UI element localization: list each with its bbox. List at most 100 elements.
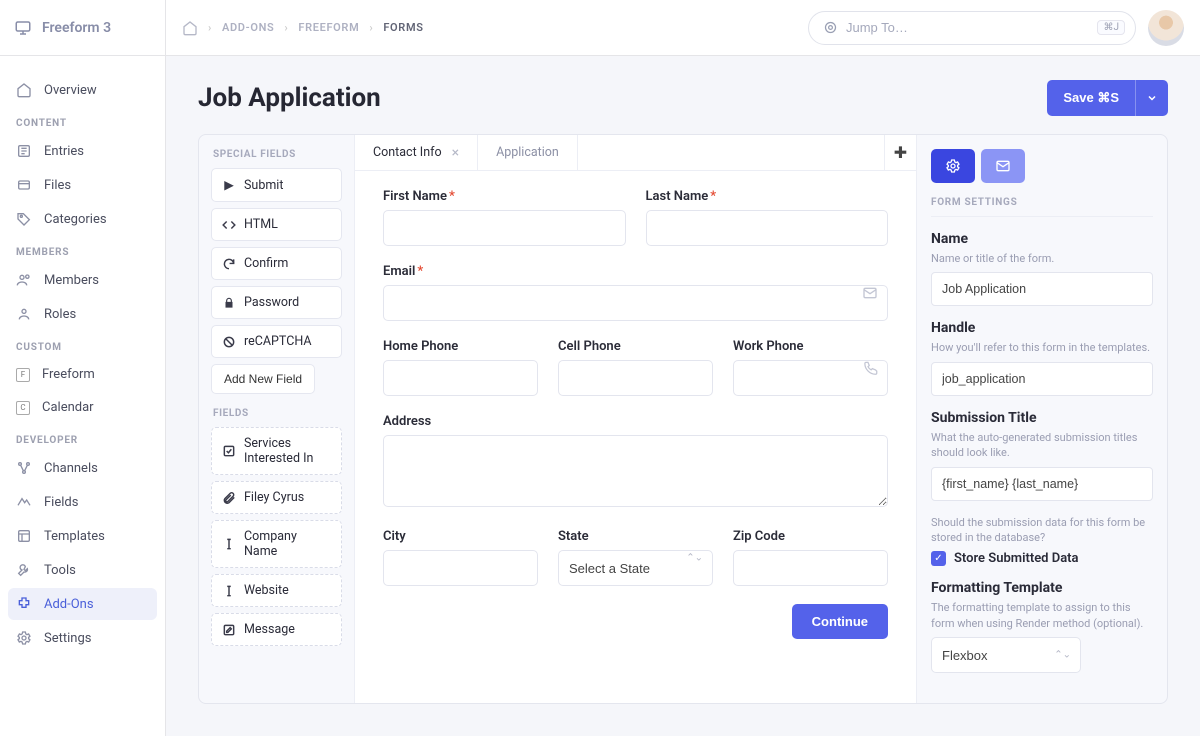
tab-contact-info[interactable]: Contact Info× [355,135,478,170]
form-settings-button[interactable] [931,149,975,183]
first-name-input[interactable] [383,210,626,246]
field-submit[interactable]: ▶Submit [211,168,342,202]
field-filey[interactable]: Filey Cyrus [211,481,342,514]
search-input[interactable] [846,20,1089,35]
field-company[interactable]: Company Name [211,520,342,568]
sidebar-item-files[interactable]: Files [8,169,157,201]
home-icon [16,82,32,98]
settings-name-input[interactable] [931,272,1153,306]
settings-handle-input[interactable] [931,362,1153,396]
check-icon: ✓ [931,551,946,566]
label-email: Email* [383,264,888,279]
edit-icon [222,623,236,637]
sidebar-item-settings[interactable]: Settings [8,622,157,654]
product-name: Freeform 3 [42,20,111,36]
addon-icon [16,596,32,612]
avatar[interactable] [1148,10,1184,46]
settings-store-help: Should the submission data for this form… [931,515,1153,546]
city-input[interactable] [383,550,538,586]
label-home-phone: Home Phone [383,339,538,354]
zip-input[interactable] [733,550,888,586]
continue-button[interactable]: Continue [792,604,888,639]
home-icon[interactable] [182,20,198,36]
product-brand: Freeform 3 [0,0,165,56]
form-notifications-button[interactable] [981,149,1025,183]
ban-icon [222,335,236,349]
settings-name-help: Name or title of the form. [931,251,1153,266]
sidebar-item-calendar[interactable]: CCalendar [8,392,157,423]
sidebar-item-fields[interactable]: Fields [8,486,157,518]
phone-icon [863,360,878,375]
sidebar-group-custom: CUSTOM [8,332,157,359]
save-button[interactable]: Save ⌘S [1047,80,1135,116]
label-cell-phone: Cell Phone [558,339,713,354]
special-fields-title: SPECIAL FIELDS [199,149,354,168]
sidebar-item-tools[interactable]: Tools [8,554,157,586]
add-tab-button[interactable]: ✚ [884,135,916,170]
sidebar-item-categories[interactable]: Categories [8,203,157,235]
field-website[interactable]: Website [211,574,342,607]
settings-name-label: Name [931,231,1153,247]
sidebar-item-members[interactable]: Members [8,264,157,296]
tools-icon [16,562,32,578]
last-name-input[interactable] [646,210,889,246]
field-html[interactable]: HTML [211,208,342,241]
search-shortcut: ⌘J [1097,20,1125,35]
fields-icon [16,494,32,510]
field-services[interactable]: Services Interested In [211,427,342,475]
field-confirm[interactable]: Confirm [211,247,342,280]
crumb-freeform[interactable]: FREEFORM [298,21,359,34]
cell-phone-input[interactable] [558,360,713,396]
paperclip-icon [222,491,236,505]
address-input[interactable] [383,435,888,507]
store-data-checkbox[interactable]: ✓ Store Submitted Data [931,551,1153,566]
settings-format-label: Formatting Template [931,580,1153,596]
close-icon[interactable]: × [452,145,459,161]
jump-to-search[interactable]: ⌘J [808,11,1136,45]
label-work-phone: Work Phone [733,339,888,354]
gear-icon [16,630,32,646]
settings-format-help: The formatting template to assign to thi… [931,600,1153,631]
settings-subtitle-help: What the auto-generated submission title… [931,430,1153,461]
code-icon [222,218,236,232]
sidebar-item-freeform[interactable]: FFreeform [8,359,157,390]
sidebar-item-roles[interactable]: Roles [8,298,157,330]
sidebar-group-developer: DEVELOPER [8,425,157,452]
add-new-field-button[interactable]: Add New Field [211,364,315,394]
field-message[interactable]: Message [211,613,342,646]
text-cursor-icon [222,537,236,551]
breadcrumb: › ADD-ONS › FREEFORM › FORMS [182,20,424,36]
badge-icon: C [16,401,30,415]
label-zip: Zip Code [733,529,888,544]
email-input[interactable] [383,285,888,321]
sidebar-item-channels[interactable]: Channels [8,452,157,484]
refresh-icon [222,257,236,271]
label-first-name: First Name* [383,189,626,204]
target-icon [823,20,838,35]
form-settings-title: FORM SETTINGS [931,197,1153,208]
sidebar-item-overview[interactable]: Overview [8,74,157,106]
label-state: State [558,529,713,544]
sidebar-group-members: MEMBERS [8,237,157,264]
field-recaptcha[interactable]: reCAPTCHA [211,325,342,358]
crumb-addons[interactable]: ADD-ONS [222,21,274,34]
chevron-updown-icon: ⌃⌄ [686,552,703,563]
lock-icon [222,296,236,310]
files-icon [16,177,32,193]
checkbox-icon [222,444,236,458]
page-title: Job Application [198,83,381,113]
save-more-button[interactable] [1135,80,1168,116]
crumb-forms[interactable]: FORMS [383,21,423,34]
field-password[interactable]: Password [211,286,342,319]
sidebar-item-entries[interactable]: Entries [8,135,157,167]
label-address: Address [383,414,888,429]
monitor-icon [14,19,32,37]
label-last-name: Last Name* [646,189,889,204]
sidebar-item-addons[interactable]: Add-Ons [8,588,157,620]
user-icon [16,306,32,322]
tab-application[interactable]: Application [478,135,578,170]
sidebar-item-templates[interactable]: Templates [8,520,157,552]
home-phone-input[interactable] [383,360,538,396]
settings-subtitle-input[interactable] [931,467,1153,501]
entries-icon [16,143,32,159]
